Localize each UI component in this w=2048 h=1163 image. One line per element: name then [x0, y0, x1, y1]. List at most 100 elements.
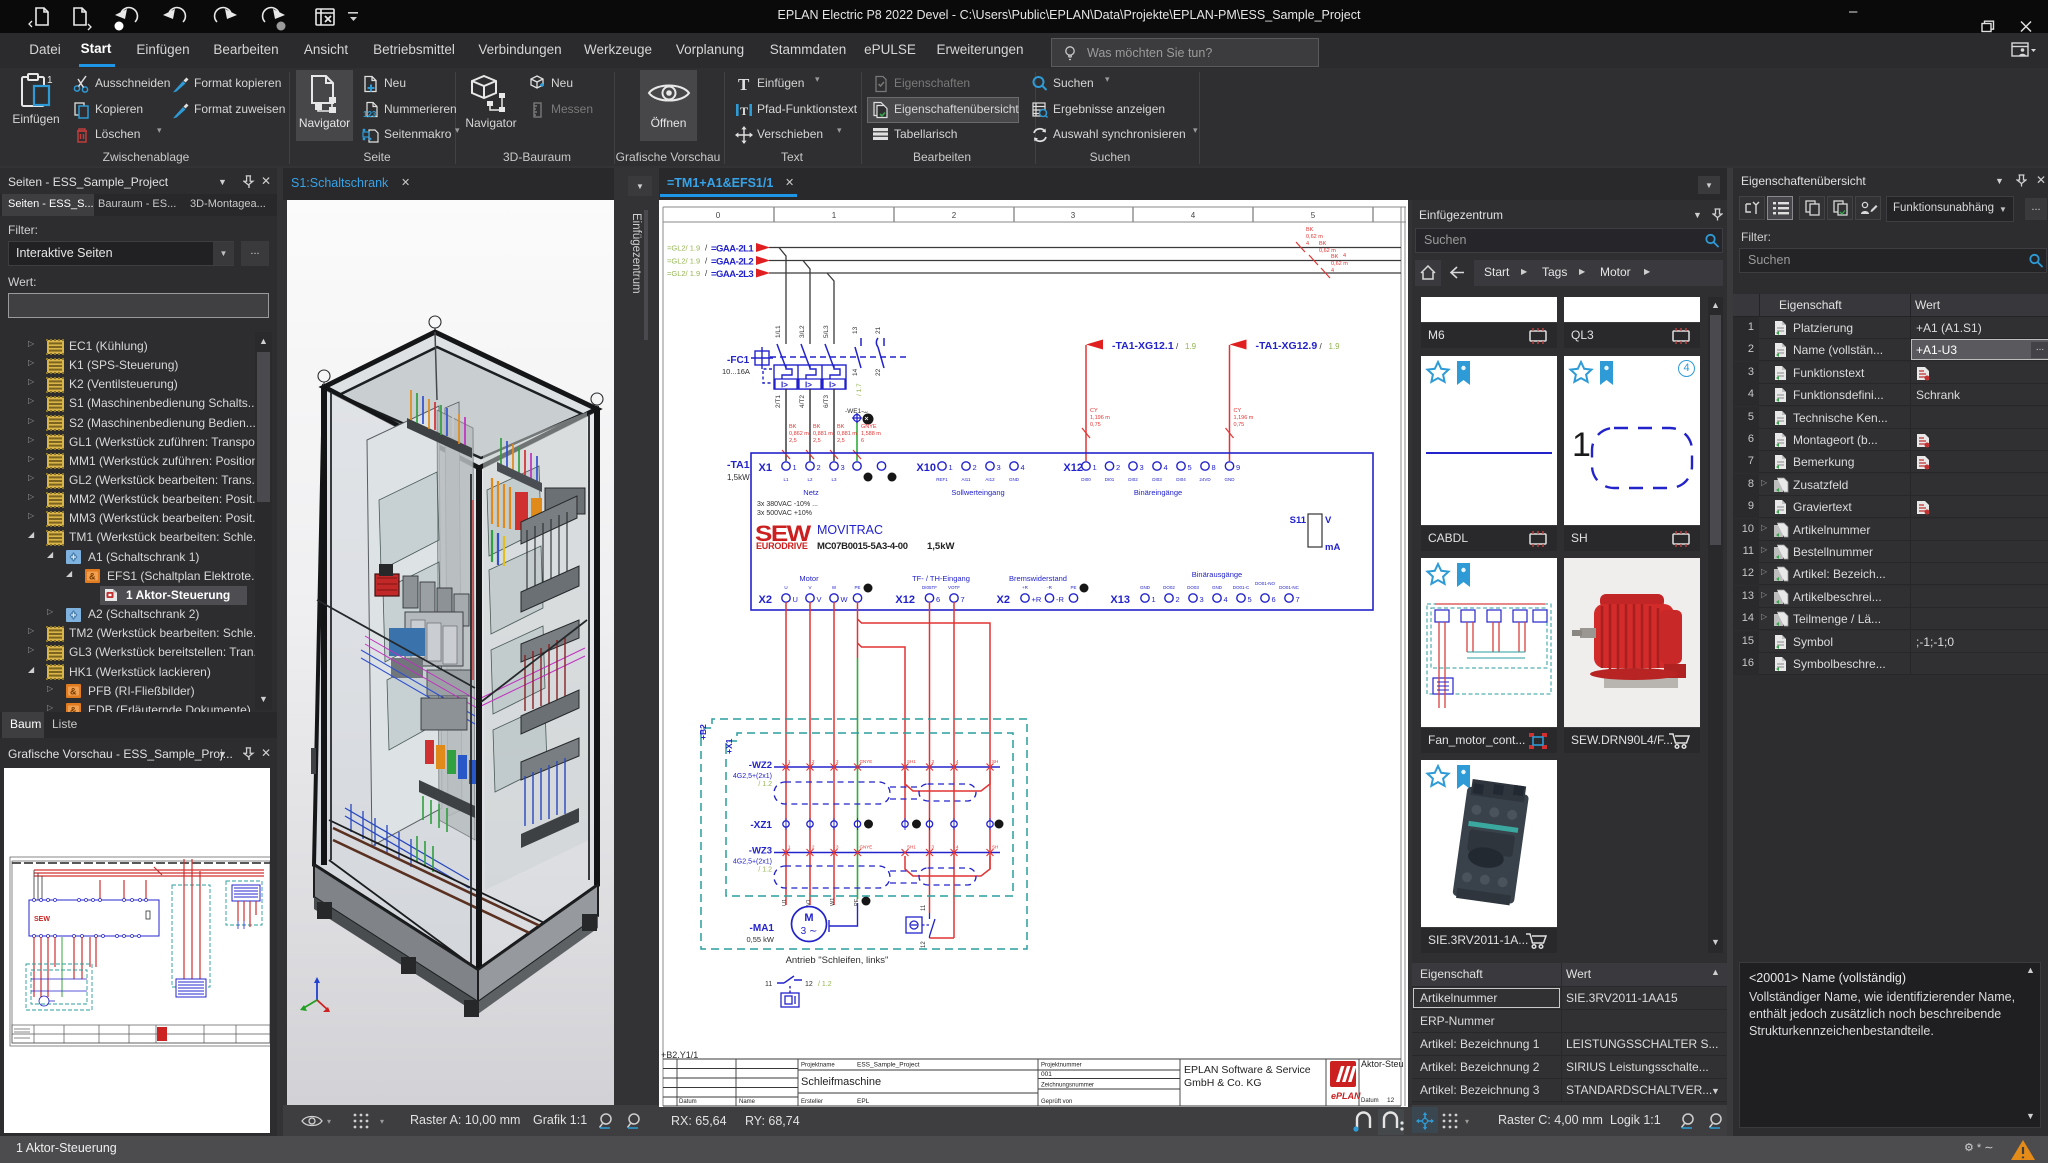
- svg-text:11: 11: [765, 981, 772, 988]
- svg-text:=GL2/ 1.9: =GL2/ 1.9: [667, 244, 700, 253]
- svg-text:5: 5: [1248, 595, 1252, 604]
- svg-text:12: 12: [1387, 1097, 1395, 1104]
- svg-text:Aktor-Steu: Aktor-Steu: [1361, 1059, 1404, 1069]
- svg-text:-FC1: -FC1: [727, 355, 750, 366]
- svg-text:6/T3: 6/T3: [823, 395, 830, 408]
- svg-text:TF- / TH-Eingang: TF- / TH-Eingang: [912, 574, 970, 583]
- svg-text:2: 2: [952, 211, 957, 220]
- svg-text:Schleifmaschine: Schleifmaschine: [801, 1076, 881, 1088]
- svg-text:I>: I>: [829, 381, 836, 390]
- svg-text:mA: mA: [1325, 542, 1340, 553]
- svg-text:1: 1: [1572, 426, 1591, 464]
- svg-text:4: 4: [1331, 268, 1334, 274]
- svg-text:-R: -R: [1047, 585, 1052, 590]
- svg-text:CY: CY: [1090, 408, 1098, 414]
- svg-text:REF1: REF1: [936, 477, 948, 482]
- svg-text:3: 3: [1200, 595, 1204, 604]
- svg-text:-MA1: -MA1: [750, 923, 775, 934]
- svg-text:DI05TF: DI05TF: [922, 585, 937, 590]
- svg-text:22: 22: [875, 368, 882, 376]
- svg-text:W1: W1: [830, 898, 836, 906]
- svg-text:21: 21: [875, 326, 882, 334]
- svg-text:-TA1-XG12.9: -TA1-XG12.9: [1256, 340, 1318, 352]
- svg-text:Ersteller: Ersteller: [801, 1099, 823, 1105]
- svg-text:0: 0: [716, 211, 721, 220]
- svg-text:GND: GND: [1225, 477, 1236, 482]
- svg-text:PE: PE: [1070, 585, 1076, 590]
- svg-text:5/L3: 5/L3: [823, 325, 830, 338]
- svg-text:=GL2/ 1.9: =GL2/ 1.9: [667, 257, 700, 266]
- svg-text:6: 6: [936, 595, 940, 604]
- svg-text:+X1: +X1: [724, 738, 734, 754]
- svg-text:Datum: Datum: [1361, 1098, 1379, 1104]
- svg-text:5: 5: [1188, 463, 1192, 472]
- svg-text:S11: S11: [1290, 515, 1307, 526]
- svg-text:+B2.Y1/1: +B2.Y1/1: [661, 1050, 698, 1060]
- svg-text:12: 12: [805, 981, 813, 988]
- svg-text:X12: X12: [1063, 462, 1083, 474]
- svg-text:1.9: 1.9: [1329, 342, 1341, 351]
- svg-text:/ 1.7: / 1.7: [856, 383, 863, 396]
- svg-text:1: 1: [1093, 463, 1097, 472]
- svg-text:&: &: [89, 572, 96, 582]
- svg-text:-R: -R: [1056, 595, 1064, 604]
- svg-text:PE: PE: [854, 898, 860, 906]
- svg-text:M: M: [804, 912, 813, 924]
- svg-text:4: 4: [1306, 241, 1309, 247]
- svg-text:7: 7: [961, 595, 965, 604]
- svg-text:2,5: 2,5: [837, 438, 845, 444]
- svg-text:Zeichnungsnummer: Zeichnungsnummer: [1041, 1083, 1094, 1089]
- svg-text:W: W: [841, 595, 849, 604]
- svg-text:1: 1: [949, 463, 953, 472]
- svg-text:BK: BK: [837, 424, 845, 430]
- svg-text:3x 500VAC +10%: 3x 500VAC +10%: [757, 510, 812, 517]
- svg-text:=GL2/ 1.9: =GL2/ 1.9: [667, 269, 700, 278]
- svg-text:X12: X12: [895, 594, 915, 606]
- svg-text:&: &: [70, 687, 77, 697]
- svg-text:X10: X10: [916, 462, 936, 474]
- svg-text:12: 12: [921, 941, 927, 948]
- svg-text:1/L1: 1/L1: [775, 325, 782, 338]
- svg-text:5: 5: [1311, 211, 1316, 220]
- svg-text:GND: GND: [1009, 477, 1020, 482]
- svg-text:3/L2: 3/L2: [799, 325, 806, 338]
- svg-text:L1: L1: [783, 477, 789, 482]
- svg-text:EPL: EPL: [857, 1098, 870, 1105]
- svg-text:EPLAN Software & Service: EPLAN Software & Service: [1184, 1064, 1311, 1076]
- svg-text:2,5: 2,5: [813, 438, 821, 444]
- svg-text:MOVITRAC: MOVITRAC: [817, 523, 883, 537]
- svg-text:4: 4: [1021, 463, 1025, 472]
- svg-text:T: T: [738, 75, 750, 93]
- svg-text:Antrieb "Schleifen, links": Antrieb "Schleifen, links": [786, 955, 889, 966]
- svg-text:GND: GND: [1140, 585, 1151, 590]
- svg-text:+R: +R: [1032, 595, 1042, 604]
- svg-text:DI01: DI01: [1105, 477, 1115, 482]
- svg-text:2: 2: [973, 463, 977, 472]
- svg-text:4: 4: [1224, 595, 1228, 604]
- svg-text:SH1: SH1: [907, 759, 916, 764]
- svg-text:6: 6: [861, 438, 864, 444]
- svg-text:CY: CY: [1234, 408, 1242, 414]
- svg-text:DI00: DI00: [1081, 477, 1091, 482]
- svg-text:DI04: DI04: [1176, 477, 1186, 482]
- svg-text:0,75: 0,75: [1234, 422, 1245, 428]
- svg-text:0,881 m: 0,881 m: [813, 431, 833, 437]
- svg-text:DO03: DO03: [1187, 585, 1199, 590]
- svg-text:4: 4: [1164, 463, 1168, 472]
- svg-text:BK: BK: [1331, 254, 1339, 260]
- svg-text:Geprüft von: Geprüft von: [1041, 1099, 1072, 1105]
- svg-text:14: 14: [852, 368, 859, 376]
- svg-text:=GAA-2L3: =GAA-2L3: [711, 269, 753, 280]
- svg-text:GNYE: GNYE: [860, 845, 873, 850]
- svg-text:DO01-C: DO01-C: [1233, 585, 1250, 590]
- svg-text:2: 2: [817, 463, 821, 472]
- svg-text:Binäreingänge: Binäreingänge: [1134, 488, 1182, 497]
- svg-text:/ 1.2: / 1.2: [818, 981, 832, 988]
- svg-text:L3: L3: [831, 477, 837, 482]
- svg-text:4: 4: [1343, 253, 1346, 259]
- svg-text:Projektname: Projektname: [801, 1063, 835, 1069]
- svg-text:001: 001: [1041, 1071, 1052, 1078]
- svg-text:4: 4: [1191, 211, 1196, 220]
- svg-text:U: U: [784, 585, 787, 590]
- svg-text:-WZ2: -WZ2: [749, 760, 772, 771]
